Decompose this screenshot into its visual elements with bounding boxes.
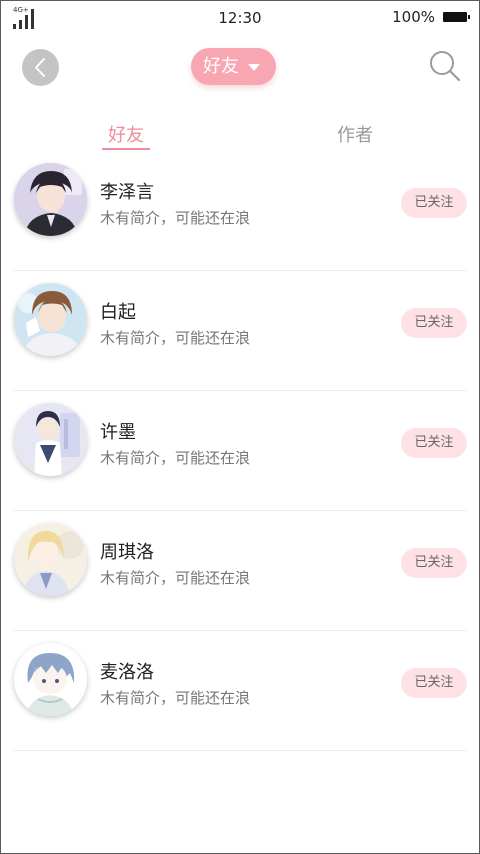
friend-list: 李泽言 木有简介，可能还在浪 已关注 白起 木有简介，可能还在浪 已关注 许墨 …: [1, 151, 479, 751]
friend-name: 许墨: [100, 422, 136, 443]
tab-authors-label: 作者: [337, 125, 373, 146]
friend-bio: 木有简介，可能还在浪: [100, 569, 251, 587]
caret-down-icon: [248, 64, 260, 71]
avatar[interactable]: [14, 643, 87, 716]
avatar[interactable]: [14, 403, 87, 476]
friend-bio: 木有简介，可能还在浪: [100, 689, 251, 707]
filter-label: 好友: [203, 56, 239, 77]
back-button[interactable]: [22, 49, 59, 86]
following-button[interactable]: 已关注: [401, 188, 467, 218]
battery-icon: [443, 12, 470, 22]
row-divider: [13, 750, 467, 751]
following-button[interactable]: 已关注: [401, 548, 467, 578]
list-item[interactable]: 周琪洛 木有简介，可能还在浪 已关注: [1, 511, 479, 631]
tab-friends[interactable]: 好友: [99, 121, 153, 151]
avatar[interactable]: [14, 283, 87, 356]
friend-bio: 木有简介，可能还在浪: [100, 449, 251, 467]
following-button[interactable]: 已关注: [401, 428, 467, 458]
avatar[interactable]: [14, 523, 87, 596]
friend-filter-dropdown[interactable]: 好友: [191, 48, 276, 85]
tab-authors[interactable]: 作者: [328, 121, 382, 151]
app-screen: 4G+ 12:30 100% 好友 好友 作者 李泽言 木有简介，可能还在浪 已…: [0, 0, 480, 854]
friend-name: 李泽言: [100, 182, 154, 203]
avatar[interactable]: [14, 163, 87, 236]
friend-bio: 木有简介，可能还在浪: [100, 329, 251, 347]
list-item[interactable]: 白起 木有简介，可能还在浪 已关注: [1, 271, 479, 391]
battery-percent: 100%: [392, 8, 435, 26]
following-button[interactable]: 已关注: [401, 308, 467, 338]
active-tab-indicator: [102, 148, 150, 150]
friend-name: 白起: [100, 302, 136, 323]
list-item[interactable]: 李泽言 木有简介，可能还在浪 已关注: [1, 151, 479, 271]
tab-friends-label: 好友: [108, 125, 144, 146]
friend-name: 麦洛洛: [100, 662, 154, 683]
search-button[interactable]: [428, 49, 462, 83]
status-bar: 4G+ 12:30 100%: [1, 1, 479, 33]
chevron-left-icon: [35, 58, 45, 77]
list-item[interactable]: 许墨 木有简介，可能还在浪 已关注: [1, 391, 479, 511]
search-icon: [430, 51, 461, 82]
following-button[interactable]: 已关注: [401, 668, 467, 698]
list-item[interactable]: 麦洛洛 木有简介，可能还在浪 已关注: [1, 631, 479, 751]
friend-name: 周琪洛: [100, 542, 154, 563]
friend-bio: 木有简介，可能还在浪: [100, 209, 251, 227]
